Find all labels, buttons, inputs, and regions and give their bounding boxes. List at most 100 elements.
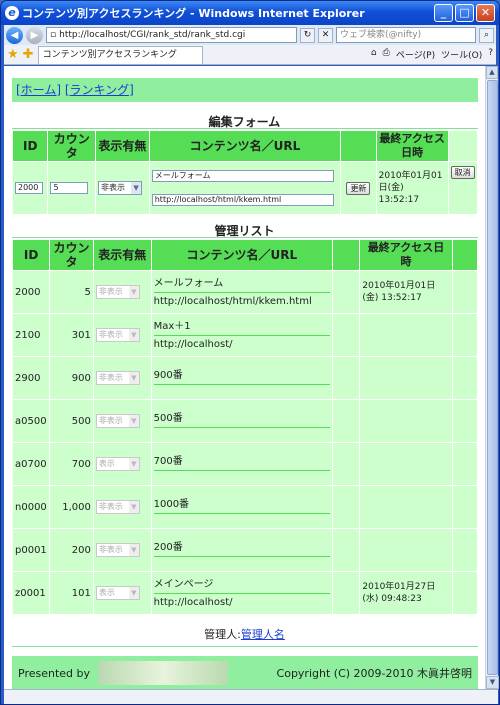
header-end [452,240,477,270]
tab-current[interactable]: コンテンツ別アクセスランキング [37,45,203,64]
edit-counter-input[interactable]: 5 [50,182,89,194]
row-blank [333,486,360,528]
row-id: 2000 [13,271,50,313]
home-icon[interactable]: ⌂ [371,48,377,61]
page-icon: ▫ [50,30,57,40]
row-last-access: 2010年01月27日(水) 09:48:23 [360,572,452,614]
ranking-link[interactable]: [ランキング] [65,83,134,97]
close-button[interactable]: ✕ [476,4,495,22]
row-visibility-cell: 非表示 ▼ [93,357,151,399]
manager-label: 管理人: [204,628,241,641]
divider [12,646,478,647]
divider [12,128,478,129]
back-button[interactable]: ◀ [6,26,23,44]
manager-line: 管理人:管理人名 [4,626,485,642]
search-input[interactable]: ウェブ検索(@nifty) [336,27,476,43]
page-content: [ホーム] [ランキング] 編集フォーム ID カウンタ 表示有無 コンテンツ名… [4,66,485,689]
row-last-access: 2010年01月01日(金) 13:52:17 [360,271,452,313]
scroll-up-arrow[interactable]: ▲ [486,66,498,79]
row-content-cell: 900番 [151,357,333,399]
row-blank [333,529,360,571]
tools-menu[interactable]: ツール(O) [441,48,482,61]
row-last-access [360,486,452,528]
row-visibility-value: 非表示 [98,545,123,554]
edit-name-input[interactable]: メールフォーム [151,170,334,182]
row-visibility-select: 表示 ▼ [95,586,140,600]
forward-button[interactable]: ▶ [26,26,43,44]
maximize-button[interactable]: □ [455,4,474,22]
edit-visibility-select[interactable]: 非表示 ▼ [98,181,143,195]
row-last-access [360,357,452,399]
row-visibility-cell: 非表示 ▼ [93,400,151,442]
minimize-button[interactable]: _ [434,4,453,22]
header-action [341,131,376,161]
title-bar: e コンテンツ別アクセスランキング - Windows Internet Exp… [1,1,499,25]
chevron-down-icon: ▼ [128,329,139,341]
row-visibility-select: 非表示 ▼ [95,371,140,385]
vertical-scrollbar[interactable]: ▲ ▼ [485,66,499,689]
row-name: 500番 [153,412,331,428]
row-visibility-value: 非表示 [98,330,123,339]
edit-url-input[interactable]: http://localhost/html/kkem.html [151,194,334,206]
row-visibility-value: 非表示 [98,373,123,382]
browser-window: e コンテンツ別アクセスランキング - Windows Internet Exp… [0,0,500,705]
add-favorite-icon[interactable]: ✚ [23,47,34,62]
manage-list-table: ID カウンタ 表示有無 コンテンツ名／URL 最終アクセス日時 2000 5 非表… [12,239,478,615]
row-url: http://localhost/ [153,597,233,608]
row-visibility-value: 非表示 [98,287,123,296]
header-counter: カウンタ [50,240,93,270]
address-bar: ◀ ▶ ▫ http://localhost/CGI/rank_std/rank… [4,25,496,45]
edit-visibility-cell: 非表示 ▼ [96,162,149,214]
row-content-cell: 1000番 [151,486,333,528]
row-content-cell: メールフォーム http://localhost/html/kkem.html [151,271,333,313]
footer: Presented by Copyright (C) 2009-2010 木眞井… [12,656,478,689]
table-row: 2000 5 非表示 ▼ メールフォーム http://localhost/html/kk… [13,271,477,313]
row-id: n0000 [13,486,50,528]
scroll-down-arrow[interactable]: ▼ [486,676,499,689]
print-icon[interactable]: ⎙ [383,48,390,61]
url-field[interactable]: ▫ http://localhost/CGI/rank_std/rank_std… [46,27,297,43]
stop-button[interactable]: ✕ [318,27,333,43]
help-icon[interactable]: ? [488,48,493,61]
chevron-down-icon: ▼ [131,182,142,194]
header-counter: カウンタ [48,131,96,161]
row-name: 200番 [153,541,331,557]
row-visibility-value: 表示 [98,459,115,468]
row-visibility-value: 非表示 [98,416,123,425]
row-id: z0001 [13,572,50,614]
copyright: Copyright (C) 2009-2010 木眞井啓明 [276,667,472,680]
row-blank [333,314,360,356]
tab-row: ★ ✚ コンテンツ別アクセスランキング ⌂ ⎙ ページ(P) ツール(O) ? [4,45,496,65]
row-blank [333,400,360,442]
refresh-button[interactable]: ↻ [300,27,315,43]
row-counter: 700 [50,443,93,485]
header-cancel [448,131,477,161]
edit-content-cell: メールフォーム http://localhost/html/kkem.html [149,162,341,214]
row-name: Max＋1 [153,320,331,336]
manager-link[interactable]: 管理人名 [241,628,285,641]
komatsu-house-logo[interactable] [98,661,229,685]
top-nav: [ホーム] [ランキング] [12,78,478,102]
row-end [452,357,477,399]
chevron-down-icon: ▼ [128,501,139,513]
edit-id-input[interactable]: 2000 [15,182,43,194]
cancel-button[interactable]: 取消 [450,166,475,179]
header-last-access: 最終アクセス日時 [376,131,448,161]
row-content-cell: 700番 [151,443,333,485]
row-visibility-cell: 表示 ▼ [93,572,151,614]
search-icon[interactable]: ⌕ [479,27,494,43]
edit-last-access: 2010年01月01日(金) 13:52:17 [376,162,448,214]
header-content: コンテンツ名／URL [151,240,333,270]
favorites-star-icon[interactable]: ★ [7,47,19,62]
chevron-down-icon: ▼ [128,587,139,599]
scroll-thumb[interactable] [487,80,498,675]
row-name: メールフォーム [153,277,331,293]
row-last-access [360,400,452,442]
header-id: ID [13,131,48,161]
header-content: コンテンツ名／URL [149,131,341,161]
edit-form-table: ID カウンタ 表示有無 コンテンツ名／URL 最終アクセス日時 2000 5 … [12,130,478,215]
row-counter: 101 [50,572,93,614]
page-menu[interactable]: ページ(P) [396,48,435,61]
update-button[interactable]: 更新 [346,181,371,195]
home-link[interactable]: [ホーム] [16,83,61,97]
